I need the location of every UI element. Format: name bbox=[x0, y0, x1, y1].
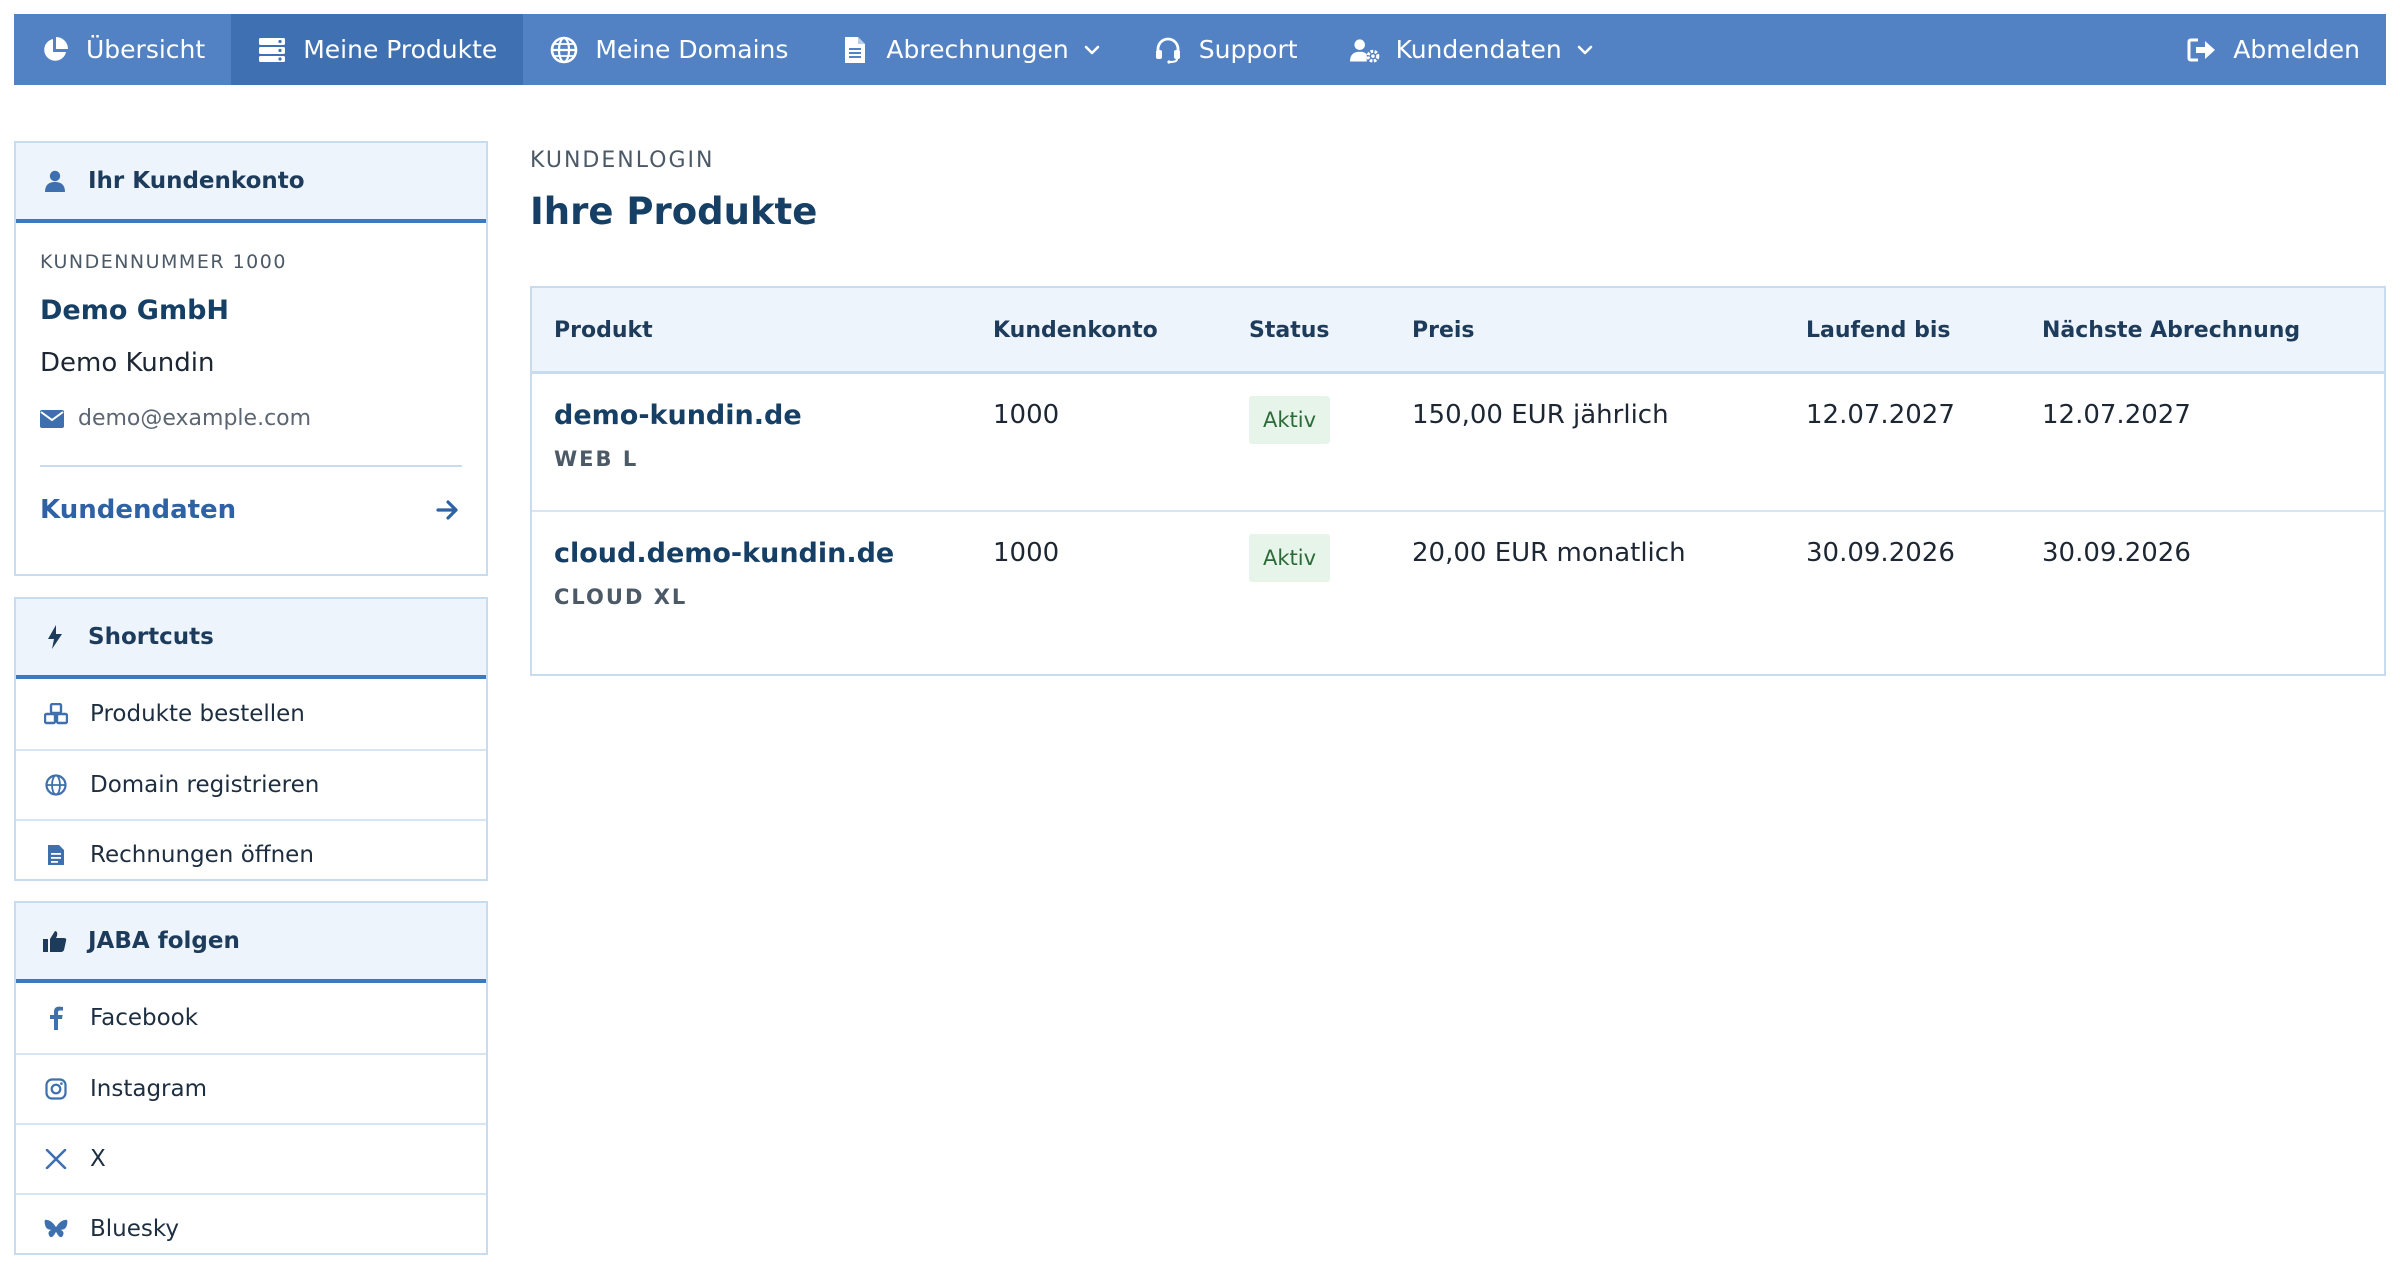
nav-item-support[interactable]: Support bbox=[1127, 14, 1324, 85]
kundendaten-link[interactable]: Kundendaten bbox=[40, 467, 462, 553]
product-plan: WEB L bbox=[554, 447, 639, 471]
until-cell: 30.09.2026 bbox=[1806, 538, 1955, 568]
top-navigation: Übersicht Meine Produkte Meine Domains A… bbox=[14, 14, 2386, 85]
product-cell: demo-kundin.de WEB L bbox=[554, 400, 802, 471]
user-gear-icon bbox=[1349, 35, 1380, 65]
column-header-produkt: Produkt bbox=[554, 318, 653, 343]
account-cell: 1000 bbox=[993, 400, 1060, 430]
shortcut-label: Produkte bestellen bbox=[90, 701, 305, 727]
envelope-icon bbox=[40, 409, 64, 428]
status-badge: Aktiv bbox=[1249, 534, 1331, 582]
until-cell: 12.07.2027 bbox=[1806, 400, 1955, 430]
price-cell: 150,00 EUR jährlich bbox=[1412, 400, 1669, 430]
account-panel-title: Ihr Kundenkonto bbox=[88, 168, 305, 194]
status-cell: Aktiv bbox=[1249, 396, 1331, 444]
table-row[interactable]: cloud.demo-kundin.de CLOUD XL 1000 Aktiv… bbox=[532, 512, 2384, 650]
column-header-preis: Preis bbox=[1412, 318, 1475, 343]
company-name: Demo GmbH bbox=[40, 295, 230, 326]
product-name-link[interactable]: demo-kundin.de bbox=[554, 400, 802, 431]
page-title: Ihre Produkte bbox=[530, 190, 818, 233]
globe-icon bbox=[44, 773, 68, 797]
social-x[interactable]: X bbox=[16, 1123, 486, 1193]
invoice-icon bbox=[44, 843, 68, 867]
table-row[interactable]: demo-kundin.de WEB L 1000 Aktiv 150,00 E… bbox=[532, 374, 2384, 512]
email-address: demo@example.com bbox=[78, 406, 312, 431]
product-cell: cloud.demo-kundin.de CLOUD XL bbox=[554, 538, 894, 609]
customer-name: Demo Kundin bbox=[40, 348, 215, 378]
nav-item-meine-produkte[interactable]: Meine Produkte bbox=[231, 14, 524, 85]
nav-label: Support bbox=[1198, 35, 1298, 64]
kundendaten-link-label: Kundendaten bbox=[40, 495, 237, 525]
nav-label: Abmelden bbox=[2233, 35, 2360, 64]
status-cell: Aktiv bbox=[1249, 534, 1331, 582]
next-billing-cell: 30.09.2026 bbox=[2042, 538, 2191, 568]
shortcut-label: Rechnungen öffnen bbox=[90, 842, 314, 868]
arrow-right-icon bbox=[436, 499, 460, 521]
shortcuts-panel-header: Shortcuts bbox=[16, 599, 486, 679]
social-label: Facebook bbox=[90, 1005, 199, 1031]
social-panel: JABA folgen Facebook Instagram X Bluesky bbox=[14, 901, 488, 1255]
logout-icon bbox=[2187, 35, 2217, 65]
social-label: Bluesky bbox=[90, 1216, 179, 1242]
nav-label: Abrechnungen bbox=[886, 35, 1069, 64]
headset-icon bbox=[1153, 35, 1183, 65]
customer-number: KUNDENNUMMER 1000 bbox=[40, 251, 287, 273]
nav-item-meine-domains[interactable]: Meine Domains bbox=[523, 14, 814, 85]
x-icon bbox=[44, 1147, 68, 1171]
product-name-link[interactable]: cloud.demo-kundin.de bbox=[554, 538, 894, 569]
chevron-down-icon bbox=[1576, 41, 1594, 59]
social-panel-title: JABA folgen bbox=[88, 928, 240, 954]
nav-label: Meine Produkte bbox=[303, 35, 498, 64]
globe-icon bbox=[549, 35, 579, 65]
pie-chart-icon bbox=[40, 35, 70, 65]
products-table: Produkt Kundenkonto Status Preis Laufend… bbox=[530, 286, 2386, 676]
status-badge: Aktiv bbox=[1249, 396, 1331, 444]
email-row: demo@example.com bbox=[40, 406, 462, 431]
account-panel-header: Ihr Kundenkonto bbox=[16, 143, 486, 223]
bolt-icon bbox=[42, 624, 68, 650]
instagram-icon bbox=[44, 1077, 68, 1101]
nav-item-uebersicht[interactable]: Übersicht bbox=[14, 14, 231, 85]
social-facebook[interactable]: Facebook bbox=[16, 983, 486, 1053]
breadcrumb: KUNDENLOGIN bbox=[530, 148, 715, 173]
table-header: Produkt Kundenkonto Status Preis Laufend… bbox=[532, 288, 2384, 374]
nav-label: Meine Domains bbox=[595, 35, 789, 64]
chevron-down-icon bbox=[1083, 41, 1101, 59]
account-cell: 1000 bbox=[993, 538, 1060, 568]
facebook-icon bbox=[44, 1006, 68, 1030]
cubes-icon bbox=[44, 702, 68, 726]
shortcuts-panel: Shortcuts Produkte bestellen Domain regi… bbox=[14, 597, 488, 881]
social-panel-header: JABA folgen bbox=[16, 903, 486, 983]
shortcuts-panel-title: Shortcuts bbox=[88, 624, 214, 650]
nav-item-kundendaten[interactable]: Kundendaten bbox=[1324, 14, 1620, 85]
social-label: X bbox=[90, 1146, 106, 1172]
thumbs-up-icon bbox=[42, 928, 68, 954]
price-cell: 20,00 EUR monatlich bbox=[1412, 538, 1686, 568]
shortcut-produkte-bestellen[interactable]: Produkte bestellen bbox=[16, 679, 486, 749]
nav-item-abrechnungen[interactable]: Abrechnungen bbox=[814, 14, 1126, 85]
social-instagram[interactable]: Instagram bbox=[16, 1053, 486, 1123]
document-icon bbox=[840, 35, 870, 65]
social-label: Instagram bbox=[90, 1076, 208, 1102]
shortcut-rechnungen-oeffnen[interactable]: Rechnungen öffnen bbox=[16, 819, 486, 889]
logout-button[interactable]: Abmelden bbox=[2161, 14, 2386, 85]
nav-label: Übersicht bbox=[86, 35, 206, 64]
nav-label: Kundendaten bbox=[1395, 35, 1562, 64]
product-plan: CLOUD XL bbox=[554, 585, 688, 609]
column-header-naechste-abrechnung: Nächste Abrechnung bbox=[2042, 318, 2301, 343]
user-icon bbox=[42, 168, 68, 194]
account-panel: Ihr Kundenkonto KUNDENNUMMER 1000 Demo G… bbox=[14, 141, 488, 576]
column-header-status: Status bbox=[1249, 318, 1330, 343]
column-header-laufend-bis: Laufend bis bbox=[1806, 318, 1951, 343]
next-billing-cell: 12.07.2027 bbox=[2042, 400, 2191, 430]
shortcut-label: Domain registrieren bbox=[90, 772, 320, 798]
column-header-kundenkonto: Kundenkonto bbox=[993, 318, 1158, 343]
social-bluesky[interactable]: Bluesky bbox=[16, 1193, 486, 1263]
server-icon bbox=[257, 35, 287, 65]
shortcut-domain-registrieren[interactable]: Domain registrieren bbox=[16, 749, 486, 819]
bluesky-icon bbox=[44, 1217, 68, 1241]
